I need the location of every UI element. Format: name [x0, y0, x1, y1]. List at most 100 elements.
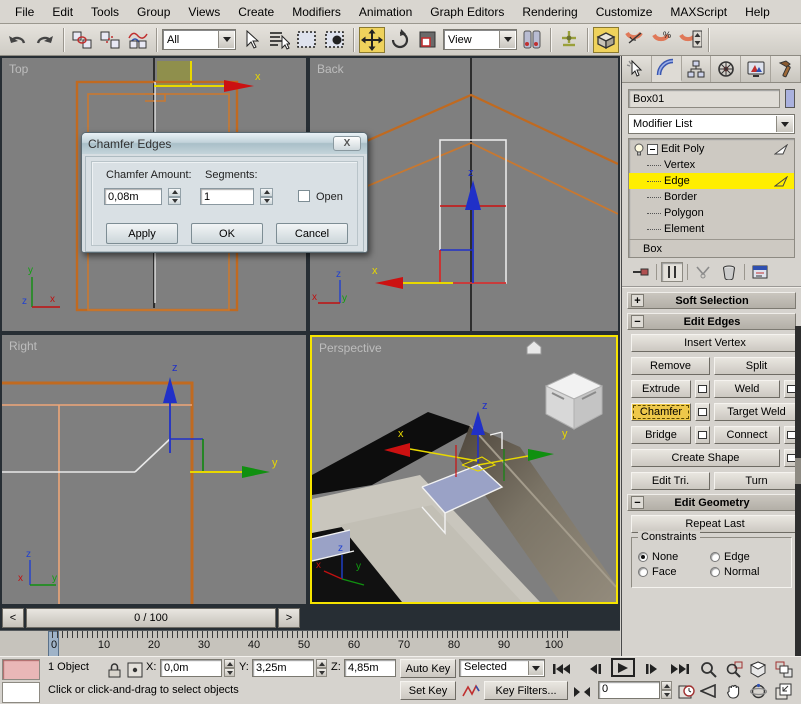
- menu-animation[interactable]: Animation: [350, 2, 421, 22]
- viewport-right-label[interactable]: Right: [9, 339, 37, 353]
- select-object-icon[interactable]: [238, 27, 264, 53]
- key-mode-toggle-icon[interactable]: [572, 682, 592, 701]
- spinner-snap-icon[interactable]: [677, 27, 703, 53]
- rect-selection-region-icon[interactable]: [294, 27, 320, 53]
- ok-button[interactable]: OK: [191, 223, 263, 244]
- rollout-edit-edges[interactable]: − Edit Edges: [627, 313, 796, 330]
- arc-rotate-icon[interactable]: [748, 681, 769, 701]
- use-pivot-center-icon[interactable]: [519, 27, 545, 53]
- snaps-toggle-icon[interactable]: [593, 27, 619, 53]
- menu-help[interactable]: Help: [736, 2, 779, 22]
- menu-group[interactable]: Group: [128, 2, 179, 22]
- y-spinner[interactable]: [316, 659, 327, 677]
- target-weld-button[interactable]: Target Weld: [714, 403, 799, 421]
- dialog-title-bar[interactable]: Chamfer Edges X: [82, 133, 367, 154]
- pan-hand-icon[interactable]: [723, 681, 744, 701]
- menu-graph-editors[interactable]: Graph Editors: [421, 2, 513, 22]
- tab-hierarchy-icon[interactable]: [682, 56, 712, 82]
- chamfer-amount-field[interactable]: [104, 188, 162, 205]
- pin-stack-icon[interactable]: [630, 262, 652, 282]
- x-coordinate-field[interactable]: [160, 659, 222, 677]
- stack-row-border[interactable]: Border: [629, 189, 794, 205]
- chamfer-settings-button[interactable]: [695, 403, 710, 421]
- split-button[interactable]: Split: [714, 357, 799, 375]
- track-bar[interactable]: ⌒↑↓ 0 10 20 30 40 50 60 70 80 90 100: [0, 630, 620, 656]
- stack-row-vertex[interactable]: Vertex: [629, 157, 794, 173]
- frame-spinner[interactable]: [661, 681, 672, 699]
- stack-row-element[interactable]: Element: [629, 221, 794, 237]
- percent-snap-icon[interactable]: %: [649, 27, 675, 53]
- window-crossing-icon[interactable]: [322, 27, 348, 53]
- chamfer-button[interactable]: Chamfer: [631, 403, 691, 421]
- ref-coord-dropdown[interactable]: View: [443, 29, 517, 50]
- tab-motion-icon[interactable]: [711, 56, 741, 82]
- undo-icon[interactable]: [4, 27, 30, 53]
- tab-create-icon[interactable]: [622, 56, 652, 82]
- turn-button[interactable]: Turn: [714, 472, 799, 490]
- viewport-right[interactable]: Right z y z x y: [2, 335, 306, 604]
- current-frame-field[interactable]: 0: [598, 681, 660, 699]
- rollout-soft-selection[interactable]: + Soft Selection: [627, 292, 796, 309]
- chamfer-amount-spinner[interactable]: [168, 188, 181, 205]
- previous-frame-icon[interactable]: [583, 659, 607, 678]
- constraint-none-radio[interactable]: None: [638, 551, 710, 563]
- selected-set-arrow[interactable]: [528, 661, 543, 675]
- close-icon[interactable]: X: [333, 136, 361, 151]
- ref-coord-arrow[interactable]: [499, 31, 515, 48]
- make-unique-icon[interactable]: [692, 262, 714, 282]
- remove-modifier-icon[interactable]: [718, 262, 740, 282]
- y-coordinate-field[interactable]: [252, 659, 314, 677]
- zoom-icon[interactable]: [698, 659, 719, 679]
- stack-row-polygon[interactable]: Polygon: [629, 205, 794, 221]
- bridge-button[interactable]: Bridge: [631, 426, 691, 444]
- select-manipulate-icon[interactable]: [556, 27, 582, 53]
- constraint-edge-radio[interactable]: Edge: [710, 551, 782, 563]
- select-scale-icon[interactable]: [415, 27, 441, 53]
- viewport-top-label[interactable]: Top: [9, 62, 28, 76]
- zoom-extents-all-icon[interactable]: [773, 659, 794, 679]
- field-of-view-icon[interactable]: [698, 681, 719, 701]
- redo-icon[interactable]: [32, 27, 58, 53]
- selection-lock-icon[interactable]: [104, 660, 125, 680]
- selected-set-dropdown[interactable]: Selected: [459, 659, 545, 677]
- auto-key-button[interactable]: Auto Key: [400, 659, 456, 678]
- menu-file[interactable]: File: [6, 2, 43, 22]
- zoom-all-icon[interactable]: [723, 659, 744, 679]
- select-link-icon[interactable]: [69, 27, 95, 53]
- object-color-swatch[interactable]: [785, 89, 795, 108]
- unlink-icon[interactable]: [97, 27, 123, 53]
- set-key-button[interactable]: Set Key: [400, 681, 456, 700]
- constraint-normal-radio[interactable]: Normal: [710, 566, 782, 578]
- time-slider[interactable]: 0 / 100: [26, 608, 276, 628]
- bind-spacewarp-icon[interactable]: [125, 27, 151, 53]
- rollout-edit-geometry[interactable]: − Edit Geometry: [627, 494, 796, 511]
- collapse-icon[interactable]: −: [631, 315, 644, 328]
- segments-spinner[interactable]: [260, 188, 273, 205]
- bridge-settings-button[interactable]: [695, 426, 710, 444]
- menu-create[interactable]: Create: [229, 2, 283, 22]
- menu-rendering[interactable]: Rendering: [513, 2, 586, 22]
- key-filters-button[interactable]: Key Filters...: [484, 681, 568, 700]
- connect-button[interactable]: Connect: [714, 426, 780, 444]
- viewport-perspective[interactable]: Perspective: [310, 335, 618, 604]
- play-icon[interactable]: [611, 658, 635, 677]
- time-slider-next-button[interactable]: >: [278, 608, 300, 628]
- extrude-button[interactable]: Extrude: [631, 380, 691, 398]
- object-name-field[interactable]: [628, 89, 780, 108]
- menu-tools[interactable]: Tools: [82, 2, 128, 22]
- next-frame-icon[interactable]: [640, 659, 664, 678]
- show-end-result-icon[interactable]: [661, 262, 683, 282]
- extrude-settings-button[interactable]: [695, 380, 710, 398]
- time-configuration-icon[interactable]: [676, 681, 697, 701]
- stack-row-edge[interactable]: Edge: [629, 173, 794, 189]
- stack-row-edit-poly[interactable]: Edit Poly: [629, 141, 794, 157]
- constraint-face-radio[interactable]: Face: [638, 566, 710, 578]
- select-move-icon[interactable]: [359, 27, 385, 53]
- zoom-extents-icon[interactable]: [748, 659, 769, 679]
- menu-customize[interactable]: Customize: [587, 2, 662, 22]
- absolute-offset-toggle-icon[interactable]: [124, 660, 145, 680]
- menu-modifiers[interactable]: Modifiers: [283, 2, 350, 22]
- select-rotate-icon[interactable]: [387, 27, 413, 53]
- configure-modifier-sets-icon[interactable]: [749, 262, 771, 282]
- open-checkbox[interactable]: [298, 190, 310, 202]
